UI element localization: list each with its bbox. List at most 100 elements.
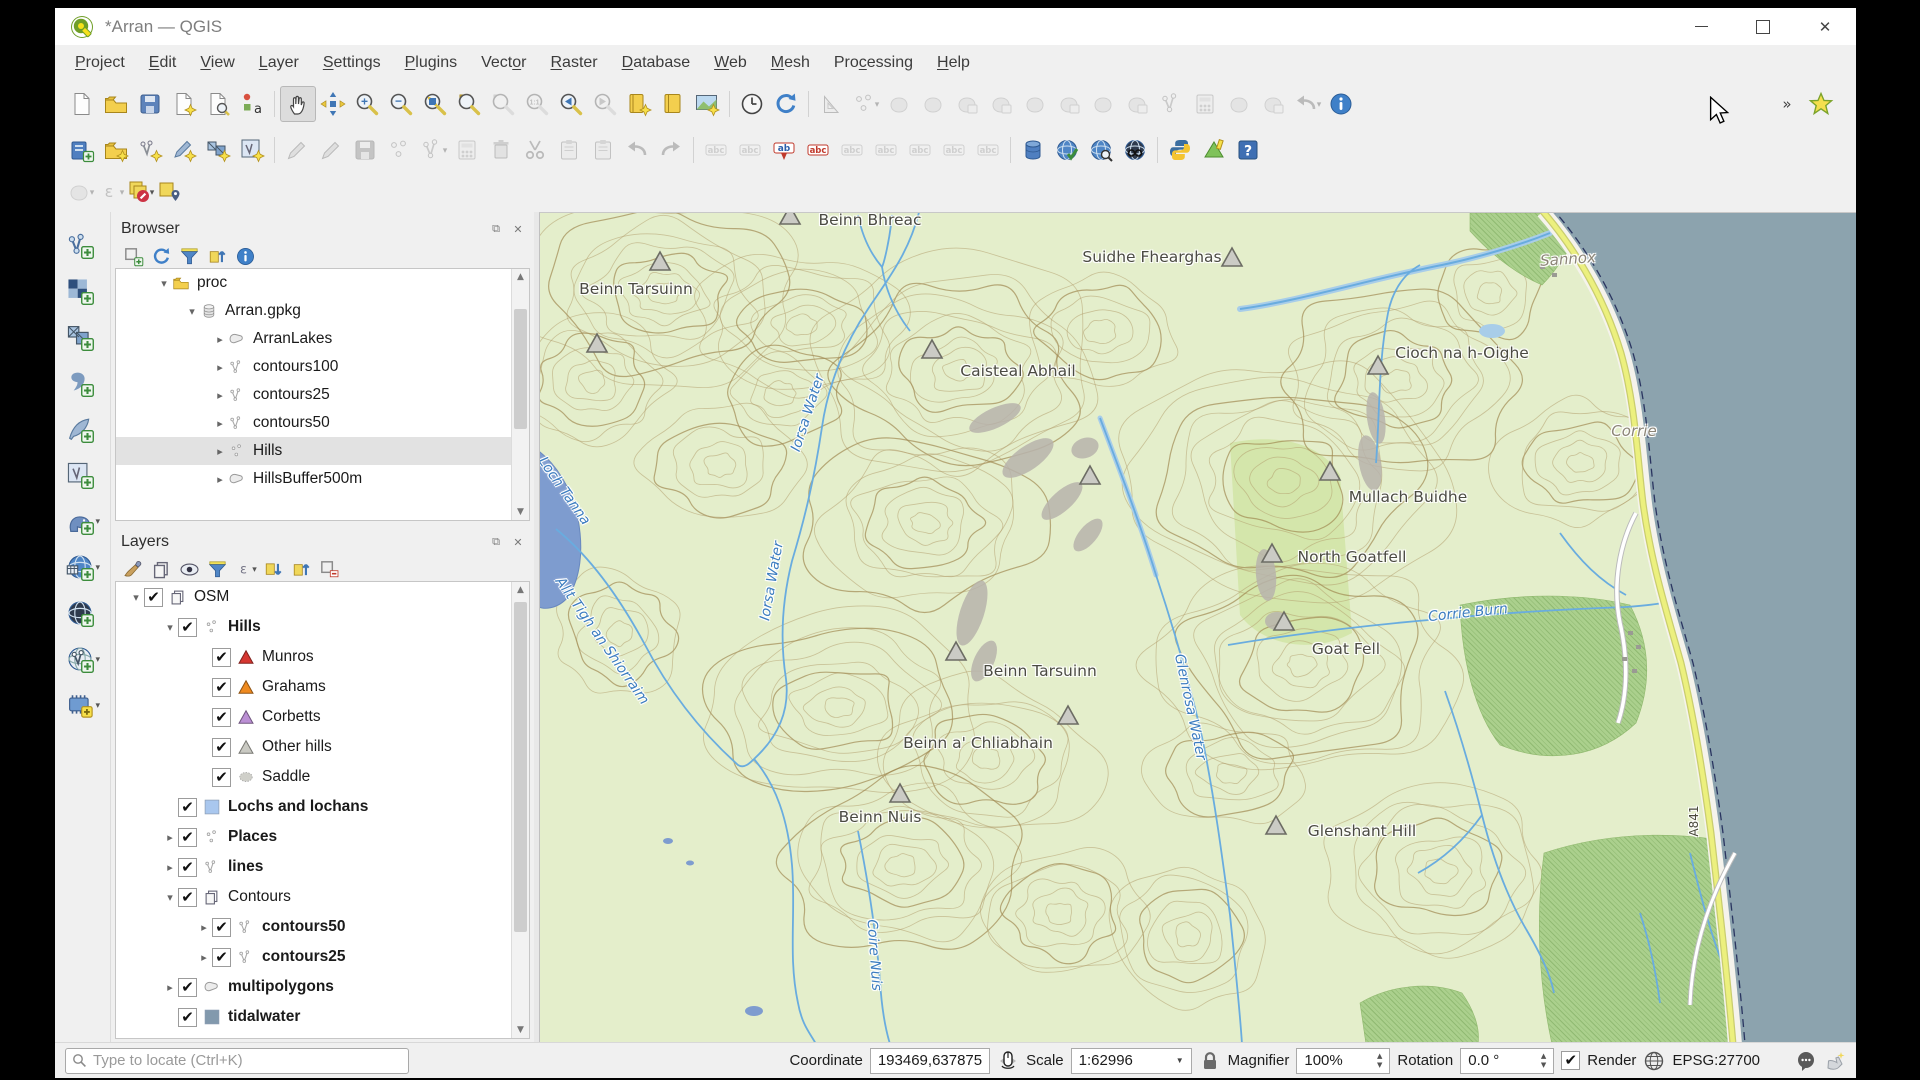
browser-item-arran-gpkg[interactable]: ▾Arran.gpkg — [116, 297, 529, 325]
layer-diagram-options-button[interactable]: abc — [801, 133, 835, 167]
add-virtual-layer-button[interactable] — [61, 452, 105, 498]
render-checkbox[interactable]: ✔ — [1561, 1051, 1580, 1070]
visibility-checkbox[interactable]: ✔ — [178, 1008, 197, 1027]
filter-browser-button[interactable] — [177, 244, 201, 268]
delete-selected-button[interactable] — [484, 133, 518, 167]
metasearch-catalog-button[interactable] — [1050, 133, 1084, 167]
layer-item-lines[interactable]: ▸✔lines — [116, 852, 529, 882]
visibility-checkbox[interactable]: ✔ — [212, 648, 231, 667]
paste-features-button[interactable] — [586, 133, 620, 167]
zoom-next-button[interactable] — [588, 87, 622, 121]
expander-icon[interactable]: ▸ — [212, 333, 228, 346]
layers-float-button[interactable]: ⧉ — [488, 534, 504, 550]
current-edits-button[interactable] — [280, 133, 314, 167]
menu-mesh[interactable]: Mesh — [759, 48, 822, 78]
show-bookmarks-button[interactable] — [656, 87, 690, 121]
new-project-button[interactable] — [65, 87, 99, 121]
layer-item-lochs-and-lochans[interactable]: ✔Lochs and lochans — [116, 792, 529, 822]
deselect-all-button[interactable] — [1052, 87, 1086, 121]
add-arcgis-layer-button[interactable]: ▾ — [61, 682, 105, 728]
select-freehand-button[interactable] — [916, 87, 950, 121]
scale-combobox[interactable]: 1:62996▼ — [1071, 1048, 1192, 1074]
save-layer-edits-button[interactable] — [348, 133, 382, 167]
expander-icon[interactable]: ▾ — [156, 277, 172, 290]
add-wfs-layer-button[interactable]: ▾ — [61, 636, 105, 682]
news-feed-icon[interactable] — [1824, 1050, 1846, 1072]
deselect-features-button[interactable] — [1018, 87, 1052, 121]
visibility-checkbox[interactable]: ✔ — [212, 678, 231, 697]
browser-item-hillsbuffer500m[interactable]: ▸HillsBuffer500m — [116, 465, 529, 493]
statistics-dropdown-button[interactable]: ▾ — [65, 177, 95, 207]
expand-all-button[interactable] — [261, 557, 285, 581]
browser-item-hills[interactable]: ▸Hills — [116, 437, 529, 465]
browser-float-button[interactable]: ⧉ — [488, 221, 504, 237]
layer-item-tidalwater[interactable]: ✔tidalwater — [116, 1002, 529, 1032]
new-spatialite-layer-button[interactable] — [167, 133, 201, 167]
redo-button[interactable] — [654, 133, 688, 167]
menu-web[interactable]: Web — [702, 48, 759, 78]
manage-map-themes-button[interactable] — [177, 557, 201, 581]
visibility-checkbox[interactable] — [144, 1038, 163, 1040]
visibility-checkbox[interactable]: ✔ — [144, 588, 163, 607]
new-virtual-layer-button[interactable] — [235, 133, 269, 167]
layer-item-places[interactable]: ▸✔Places — [116, 822, 529, 852]
favorites-star-button[interactable] — [1804, 87, 1838, 121]
layer-item-contours[interactable]: ▾✔Contours — [116, 882, 529, 912]
visibility-checkbox[interactable]: ✔ — [178, 858, 197, 877]
identify-features-button[interactable] — [1324, 87, 1358, 121]
browser-item-contours100[interactable]: ▸contours100 — [116, 353, 529, 381]
browser-scrollbar[interactable]: ▲▼ — [511, 269, 529, 520]
enable-properties-widget-button[interactable] — [233, 244, 257, 268]
minimize-button[interactable] — [1670, 8, 1732, 45]
show-hide-labels-button[interactable]: abc — [869, 133, 903, 167]
browser-item-proc[interactable]: ▾proc — [116, 269, 529, 297]
measure-area-button[interactable] — [814, 87, 848, 121]
menu-edit[interactable]: Edit — [137, 48, 189, 78]
show-layout-manager-button[interactable] — [201, 87, 235, 121]
menu-project[interactable]: Project — [63, 48, 137, 78]
vertex-tool-button[interactable]: ▾ — [416, 133, 450, 167]
selection-mode-dropdown-button[interactable]: ε▾ — [95, 177, 125, 207]
collapse-all-button[interactable] — [205, 244, 229, 268]
processing-toolbox-button[interactable] — [1197, 133, 1231, 167]
expander-icon[interactable]: ▸ — [212, 445, 228, 458]
visibility-checkbox[interactable]: ✔ — [212, 948, 231, 967]
layer-item-hills[interactable]: ▾✔Hills — [116, 612, 529, 642]
vertex-markers-button[interactable]: ▾ — [848, 87, 882, 121]
new-map-view-button[interactable] — [690, 87, 724, 121]
layers-close-button[interactable]: ✕ — [510, 534, 526, 550]
close-button[interactable]: ✕ — [1794, 8, 1856, 45]
change-label-properties-button[interactable]: abc — [971, 133, 1005, 167]
new-shapefile-layer-button[interactable] — [133, 133, 167, 167]
select-by-expression-button[interactable] — [984, 87, 1018, 121]
expander-icon[interactable]: ▸ — [196, 921, 212, 934]
maximize-button[interactable] — [1732, 8, 1794, 45]
python-console-button[interactable] — [1163, 133, 1197, 167]
expander-icon[interactable]: ▸ — [162, 981, 178, 994]
statistical-summary-button[interactable] — [1222, 87, 1256, 121]
expander-icon[interactable]: ▸ — [196, 951, 212, 964]
toolbar-overflow-button[interactable]: » — [1770, 87, 1804, 121]
expander-icon[interactable]: ▸ — [162, 861, 178, 874]
layer-item-munros[interactable]: ✔Munros — [116, 642, 529, 672]
expander-icon[interactable]: ▸ — [212, 473, 228, 486]
visibility-checkbox[interactable]: ✔ — [178, 618, 197, 637]
expander-icon[interactable]: ▾ — [128, 591, 144, 604]
map-tips-button[interactable] — [1256, 87, 1290, 121]
rotate-label-button[interactable]: abc — [937, 133, 971, 167]
search-layers-button[interactable] — [1084, 133, 1118, 167]
visibility-checkbox[interactable]: ✔ — [212, 918, 231, 937]
add-mesh-layer-button[interactable] — [61, 314, 105, 360]
cut-features-button[interactable] — [518, 133, 552, 167]
expander-icon[interactable]: ▸ — [162, 831, 178, 844]
layer-labeling-options-button[interactable]: ab — [767, 133, 801, 167]
hide-deselected-layers-button[interactable]: ▾ — [125, 177, 155, 207]
expander-icon[interactable]: ▾ — [184, 305, 200, 318]
magnifier-input[interactable]: 100%▲▼ — [1296, 1048, 1390, 1074]
layer-item-grahams[interactable]: ✔Grahams — [116, 672, 529, 702]
map-canvas[interactable]: Beinn BhreacSuidhe FhearghasBeinn Tarsui… — [539, 212, 1856, 1043]
zoom-last-button[interactable] — [554, 87, 588, 121]
style-manager-button[interactable]: a — [235, 87, 269, 121]
open-data-source-manager-button[interactable] — [65, 133, 99, 167]
pin-labels-button[interactable]: abc — [699, 133, 733, 167]
